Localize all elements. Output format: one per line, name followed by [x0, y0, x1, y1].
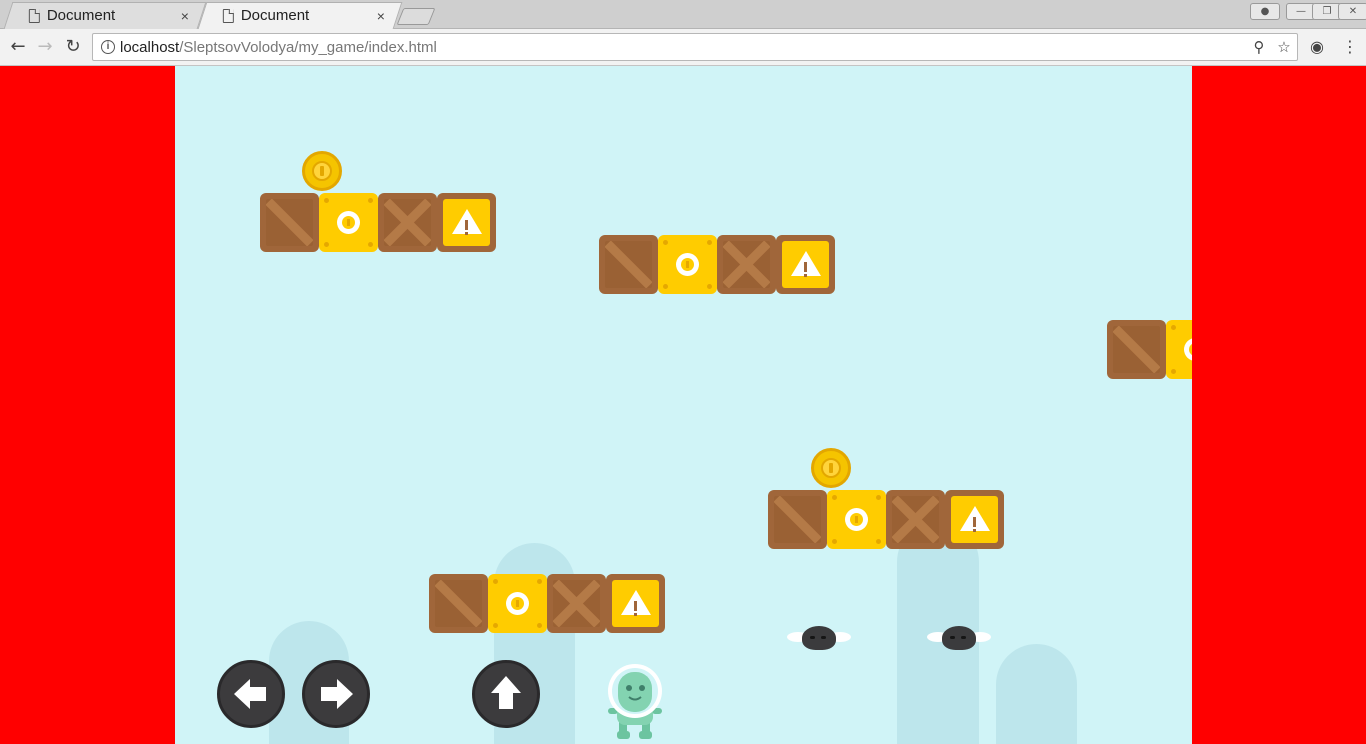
url-host: localhost: [120, 39, 180, 56]
coin-box-block: [319, 193, 378, 252]
url-path: /SleptsovVolodya/my_game/index.html: [179, 39, 437, 56]
coin-box-block: [658, 235, 717, 294]
url-text[interactable]: localhost/SleptsovVolodya/my_game/index.…: [120, 39, 437, 56]
extension-icon[interactable]: ◉: [1307, 37, 1327, 57]
close-icon[interactable]: ✕: [1338, 3, 1366, 20]
address-bar[interactable]: i localhost/SleptsovVolodya/my_game/inde…: [92, 33, 1298, 61]
tab-close-icon[interactable]: ×: [373, 3, 389, 29]
fly-enemy: [787, 624, 851, 654]
profile-icon[interactable]: ●: [1250, 3, 1280, 20]
crate-block: [717, 235, 776, 294]
crate-block: [260, 193, 319, 252]
crate-block: [547, 574, 606, 633]
crate-block: [599, 235, 658, 294]
back-arrow-icon[interactable]: ←: [6, 35, 30, 59]
crate-block: [429, 574, 488, 633]
toolbar: ← → ↻ i localhost/SleptsovVolodya/my_gam…: [0, 29, 1366, 66]
warning-block: [437, 193, 496, 252]
menu-icon[interactable]: ⋮: [1340, 37, 1360, 57]
game-canvas[interactable]: [175, 66, 1192, 744]
new-tab-button[interactable]: [396, 8, 436, 25]
tab-title: Document: [240, 7, 310, 24]
fly-enemy: [927, 624, 991, 654]
warning-block: [606, 574, 665, 633]
coin-box-block: [488, 574, 547, 633]
coin-box-block: [827, 490, 886, 549]
document-icon: [28, 9, 40, 23]
tab-title: Document: [46, 7, 116, 24]
forward-arrow-icon[interactable]: →: [33, 35, 57, 59]
star-icon[interactable]: ☆: [1275, 38, 1293, 56]
tab-document-1[interactable]: Document ×: [3, 2, 207, 29]
coin: [811, 448, 851, 488]
background-hill: [996, 644, 1077, 744]
warning-block: [945, 490, 1004, 549]
alien-player: [608, 664, 662, 739]
coin-box-block: [1166, 320, 1192, 379]
crate-block: [1107, 320, 1166, 379]
crate-block: [378, 193, 437, 252]
crate-block: [768, 490, 827, 549]
browser-chrome: Document × Document × ● — ❐ ✕ ← → ↻ i lo…: [0, 0, 1366, 66]
crate-block: [886, 490, 945, 549]
info-icon[interactable]: i: [101, 40, 115, 54]
left-arrow-button[interactable]: [217, 660, 285, 728]
tab-close-icon[interactable]: ×: [177, 3, 193, 29]
tab-document-2[interactable]: Document ×: [197, 2, 403, 29]
right-arrow-button[interactable]: [302, 660, 370, 728]
zoom-icon[interactable]: ⚲: [1250, 38, 1268, 56]
reload-icon[interactable]: ↻: [61, 35, 85, 59]
coin: [302, 151, 342, 191]
document-icon: [222, 9, 234, 23]
jump-button[interactable]: [472, 660, 540, 728]
tab-strip: Document × Document × ● — ❐ ✕: [0, 0, 1366, 29]
warning-block: [776, 235, 835, 294]
